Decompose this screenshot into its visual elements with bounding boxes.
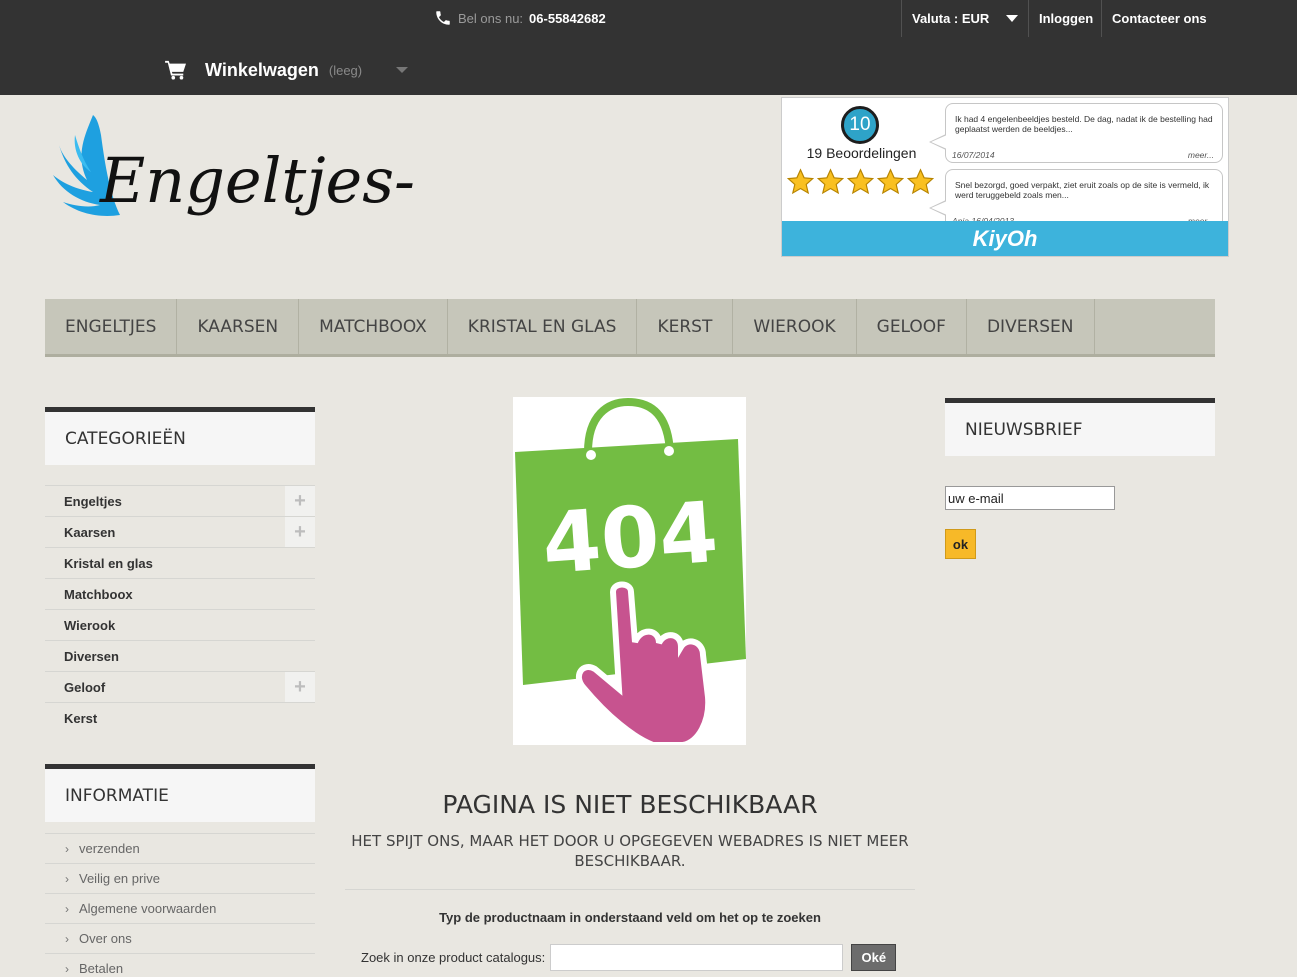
categories-list: Engeltjes + Kaarsen + Kristal en glas Ma… [45, 485, 315, 733]
search-label: Zoek in onze product catalogus: [361, 950, 546, 965]
phone-icon [436, 11, 450, 25]
expand-icon[interactable]: + [285, 517, 315, 547]
contact-link[interactable]: Contacteer ons [1101, 0, 1224, 37]
star-icon [816, 168, 845, 195]
category-label: Kerst [64, 710, 98, 726]
info-link-label: verzenden [79, 841, 140, 856]
expand-icon[interactable]: + [285, 486, 315, 516]
error-subtitle: HET SPIJT ONS, MAAR HET DOOR U OPGEGEVEN… [351, 832, 909, 870]
category-label: Kaarsen [64, 524, 116, 540]
category-item[interactable]: Wierook [45, 609, 315, 640]
chevron-right-icon: › [65, 901, 69, 916]
error-title: PAGINA IS NIET BESCHIKBAAR [442, 790, 818, 819]
search-button[interactable]: Oké [851, 944, 897, 971]
chevron-right-icon: › [65, 871, 69, 886]
catalog-search: Zoek in onze product catalogus: Oké [361, 944, 897, 971]
star-icon [846, 168, 875, 195]
phone-number: 06-55842682 [529, 10, 606, 26]
newsletter-submit-button[interactable]: ok [945, 529, 976, 559]
category-label: Matchboox [64, 586, 133, 602]
category-item[interactable]: Kaarsen + [45, 516, 315, 547]
chevron-down-icon [1006, 15, 1018, 22]
kiyoh-review-widget[interactable]: 10 19 Beoordelingen Ik had 4 engelenbeel… [781, 97, 1229, 257]
error-code-text: 404 [539, 483, 721, 593]
chevron-right-icon: › [65, 931, 69, 946]
menu-item-geloof[interactable]: GELOOF [857, 299, 967, 354]
login-link[interactable]: Inloggen [1028, 0, 1101, 37]
phone-label: Bel ons nu: [458, 10, 524, 26]
cart-status: (leeg) [328, 62, 363, 78]
info-link[interactable]: › Betalen [45, 953, 315, 977]
category-item[interactable]: Kerst [45, 702, 315, 733]
categories-title: CATEGORIEËN [45, 407, 315, 465]
newsletter-title: NIEUWSBRIEF [945, 398, 1215, 456]
star-icon [906, 168, 935, 195]
cart-dropdown[interactable]: Winkelwagen (leeg) [165, 58, 409, 82]
main-menu: ENGELTJES KAARSEN MATCHBOOX KRISTAL EN G… [45, 299, 1215, 357]
menu-item-kerst[interactable]: KERST [637, 299, 734, 354]
divider [345, 889, 915, 890]
phone-info: Bel ons nu: 06-55842682 [434, 8, 606, 28]
category-label: Geloof [64, 679, 106, 695]
review-date: 16/07/2014 [952, 150, 995, 160]
cart-icon [165, 60, 186, 80]
rating-score: 10 [841, 106, 879, 144]
site-logo[interactable]: Engeltjes-shop [45, 110, 564, 235]
menu-item-matchboox[interactable]: MATCHBOOX [299, 299, 448, 354]
rating-stars [786, 168, 935, 196]
logo-text: Engeltjes-shop [99, 144, 415, 217]
category-label: Kristal en glas [64, 555, 153, 571]
menu-item-kristal-en-glas[interactable]: KRISTAL EN GLAS [448, 299, 638, 354]
star-icon [876, 168, 905, 195]
review-text: Snel bezorgd, goed verpakt, ziet eruit z… [955, 180, 1210, 200]
category-label: Engeltjes [64, 493, 122, 509]
info-link[interactable]: › Veilig en prive [45, 863, 315, 893]
cart-label: Winkelwagen [205, 59, 319, 80]
info-link-label: Veilig en prive [79, 871, 160, 886]
menu-item-kaarsen[interactable]: KAARSEN [177, 299, 300, 354]
category-item[interactable]: Engeltjes + [45, 485, 315, 516]
info-link-label: Over ons [79, 931, 132, 946]
chevron-right-icon: › [65, 961, 69, 976]
chevron-right-icon: › [65, 841, 69, 856]
menu-item-diversen[interactable]: DIVERSEN [967, 299, 1095, 354]
top-bar: Bel ons nu: 06-55842682 Valuta : EUR Inl… [0, 0, 1297, 95]
info-link[interactable]: › Algemene voorwaarden [45, 893, 315, 923]
reviews-count: 19 Beoordelingen [806, 145, 917, 161]
category-item[interactable]: Matchboox [45, 578, 315, 609]
category-item[interactable]: Diversen [45, 640, 315, 671]
search-hint: Typ de productnaam in onderstaand veld o… [439, 910, 821, 925]
info-link[interactable]: › Over ons [45, 923, 315, 953]
menu-item-engeltjes[interactable]: ENGELTJES [45, 299, 178, 354]
currency-label: Valuta : EUR [912, 11, 990, 26]
star-icon [786, 168, 815, 195]
menu-item-wierook[interactable]: WIEROOK [733, 299, 857, 354]
kiyoh-logo: KiyOh [782, 221, 1228, 256]
information-list: › verzenden › Veilig en prive › Algemene… [45, 833, 315, 977]
info-link-label: Betalen [79, 961, 124, 976]
info-link[interactable]: › verzenden [45, 833, 315, 863]
category-item[interactable]: Geloof + [45, 671, 315, 702]
review-bubble[interactable]: Snel bezorgd, goed verpakt, ziet eruit z… [929, 169, 1223, 229]
shopping-bag-404-icon: 404 [515, 397, 746, 748]
category-label: Diversen [64, 648, 119, 664]
expand-icon[interactable]: + [285, 672, 315, 702]
review-text: Ik had 4 engelenbeeldjes besteld. De dag… [955, 114, 1213, 134]
angel-wing-logo-icon: Engeltjes-shop [53, 115, 564, 217]
category-item[interactable]: Kristal en glas [45, 547, 315, 578]
review-bubble[interactable]: Ik had 4 engelenbeeldjes besteld. De dag… [929, 103, 1223, 163]
information-title: INFORMATIE [45, 764, 315, 822]
newsletter-email-input[interactable] [945, 486, 1115, 510]
top-links: Valuta : EUR Inloggen Contacteer ons [901, 0, 1224, 37]
info-link-label: Algemene voorwaarden [79, 901, 217, 916]
currency-selector[interactable]: Valuta : EUR [901, 0, 1028, 37]
category-label: Wierook [64, 617, 116, 633]
error-404-image: 404 [513, 397, 746, 748]
search-input[interactable] [550, 944, 844, 971]
chevron-down-icon [396, 67, 409, 73]
review-more-link[interactable]: meer... [1188, 150, 1214, 160]
